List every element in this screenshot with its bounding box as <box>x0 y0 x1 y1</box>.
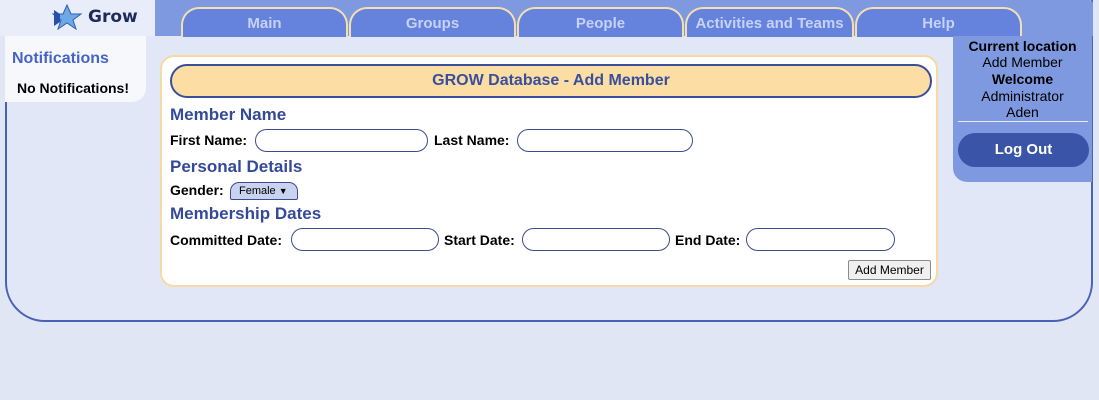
notifications-message: No Notifications! <box>17 80 129 96</box>
user-info-panel: Current location Add Member Welcome Admi… <box>953 36 1092 182</box>
committed-date-label: Committed Date: <box>170 232 283 248</box>
tab-help[interactable]: Help <box>855 7 1022 37</box>
tab-groups[interactable]: Groups <box>349 7 516 37</box>
end-date-label: End Date: <box>675 232 741 248</box>
main-tabs: Main Groups People Activities and Teams … <box>181 7 1023 37</box>
section-membership-dates: Membership Dates <box>170 204 322 223</box>
notifications-title: Notifications <box>12 50 109 67</box>
first-name-label: First Name: <box>170 132 248 148</box>
star-logo-icon <box>51 4 83 30</box>
logout-button[interactable]: Log Out <box>958 133 1089 167</box>
gender-select[interactable]: Female ▼ <box>230 182 298 200</box>
logo-area: Grow <box>0 0 155 36</box>
first-name-input[interactable] <box>255 129 428 152</box>
notifications-panel: Notifications No Notifications! <box>5 36 146 102</box>
start-date-label: Start Date: <box>444 232 515 248</box>
welcome-label: Welcome <box>991 71 1054 87</box>
user-role: Administrator <box>981 88 1064 104</box>
gender-value: Female <box>239 185 276 197</box>
gender-label: Gender: <box>170 182 224 198</box>
end-date-input[interactable] <box>746 228 895 251</box>
add-member-form: GROW Database - Add Member Member Name F… <box>160 55 938 287</box>
tab-people[interactable]: People <box>517 7 684 37</box>
section-personal-details: Personal Details <box>170 157 303 176</box>
section-member-name: Member Name <box>170 105 287 124</box>
last-name-input[interactable] <box>517 129 693 152</box>
current-location-value: Add Member <box>982 54 1063 70</box>
start-date-input[interactable] <box>522 228 670 251</box>
tab-activities-and-teams[interactable]: Activities and Teams <box>685 7 854 37</box>
current-location-label: Current location <box>968 38 1077 54</box>
add-member-button[interactable]: Add Member <box>848 260 931 280</box>
dropdown-arrow-icon: ▼ <box>278 186 288 196</box>
form-title: GROW Database - Add Member <box>170 64 932 98</box>
tab-main[interactable]: Main <box>181 7 348 37</box>
app-name: Grow <box>88 7 138 27</box>
app-logo[interactable]: Grow <box>50 4 138 30</box>
last-name-label: Last Name: <box>434 132 510 148</box>
top-nav-bar: Grow Main Groups People Activities and T… <box>0 0 1093 37</box>
committed-date-input[interactable] <box>291 228 439 251</box>
user-name: Aden <box>1006 104 1039 120</box>
panel-divider <box>958 121 1088 122</box>
